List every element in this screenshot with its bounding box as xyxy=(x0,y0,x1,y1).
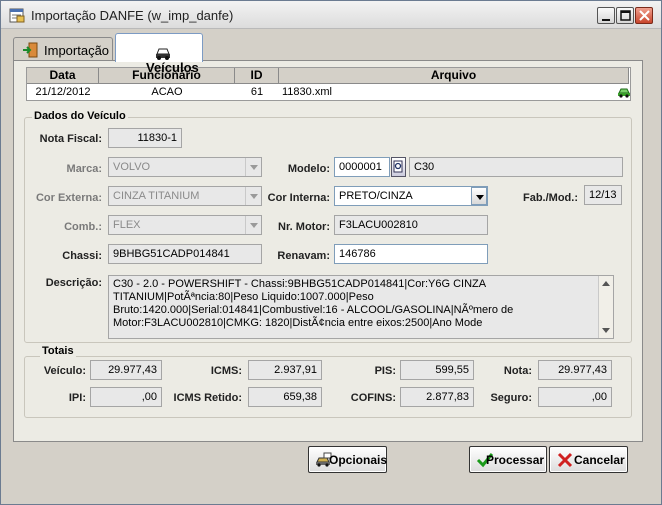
import-grid[interactable]: Data Funcionário ID Arquivo 21/12/2012 A… xyxy=(26,67,631,101)
tab-importacao[interactable]: Importação xyxy=(13,37,113,61)
nr-motor-label: Nr. Motor: xyxy=(278,221,330,233)
comb-value: FLEX xyxy=(113,219,141,231)
icms-retido-field[interactable]: 659,38 xyxy=(248,387,322,407)
nota-field[interactable]: 29.977,43 xyxy=(538,360,612,380)
chassi-field[interactable]: 9BHBG51CADP014841 xyxy=(108,244,262,264)
processar-label: Processar xyxy=(486,453,545,467)
close-icon xyxy=(639,10,650,21)
ipi-label: IPI: xyxy=(68,392,86,404)
import-door-icon xyxy=(22,42,38,61)
main-window: Importação DANFE (w_imp_danfe) Importaçã… xyxy=(0,0,662,505)
scroll-up-icon[interactable] xyxy=(602,281,610,286)
column-header-id[interactable]: ID xyxy=(235,68,279,84)
renavam-field[interactable]: 146786 xyxy=(334,244,488,264)
ipi-field[interactable]: ,00 xyxy=(90,387,162,407)
seguro-label: Seguro: xyxy=(490,392,532,404)
chevron-down-icon[interactable] xyxy=(245,158,261,176)
seguro-field[interactable]: ,00 xyxy=(538,387,612,407)
maximize-icon xyxy=(620,10,631,21)
close-button[interactable] xyxy=(635,7,653,24)
descricao-text: C30 - 2.0 - POWERSHIFT - Chassi:9BHBG51C… xyxy=(113,278,514,329)
processar-button[interactable]: Processar xyxy=(469,446,547,473)
icms-retido-label: ICMS Retido: xyxy=(173,392,242,404)
maximize-button[interactable] xyxy=(616,7,634,24)
pis-field[interactable]: 599,55 xyxy=(400,360,474,380)
comb-dropdown[interactable]: FLEX xyxy=(108,215,262,235)
opcionais-button[interactable]: Opcionais xyxy=(308,446,387,473)
window-title: Importação DANFE (w_imp_danfe) xyxy=(31,8,234,23)
tab-veiculos-label: Veículos xyxy=(146,60,199,75)
opcionais-label: Opcionais xyxy=(329,453,388,467)
cor-externa-value: CINZA TITANIUM xyxy=(113,190,200,202)
renavam-label: Renavam: xyxy=(277,250,330,262)
cell-funcionario: ACAO xyxy=(151,86,183,98)
modelo-label: Modelo: xyxy=(287,163,330,175)
veiculo-total-field[interactable]: 29.977,43 xyxy=(90,360,162,380)
minimize-icon xyxy=(602,19,610,21)
pis-label: PIS: xyxy=(374,365,396,377)
modelo-code-field[interactable]: 0000001 xyxy=(334,157,390,177)
column-header-data[interactable]: Data xyxy=(27,68,99,84)
column-header-arquivo[interactable]: Arquivo xyxy=(279,68,629,84)
cancelar-label: Cancelar xyxy=(574,453,625,467)
cor-externa-label: Cor Externa: xyxy=(35,192,102,204)
cor-externa-dropdown[interactable]: CINZA TITANIUM xyxy=(108,186,262,206)
descricao-scrollbar[interactable] xyxy=(598,276,613,338)
marca-value: VOLVO xyxy=(113,161,151,173)
title-bar[interactable]: Importação DANFE (w_imp_danfe) xyxy=(1,1,661,29)
nota-label: Nota: xyxy=(503,365,532,377)
vehicles-panel: Data Funcionário ID Arquivo 21/12/2012 A… xyxy=(13,60,643,442)
fab-mod-label: Fab./Mod.: xyxy=(523,192,578,204)
minimize-button[interactable] xyxy=(597,7,615,24)
descricao-label: Descrição: xyxy=(45,277,102,289)
descricao-textarea[interactable]: C30 - 2.0 - POWERSHIFT - Chassi:9BHBG51C… xyxy=(108,275,614,339)
cell-arquivo: 11830.xml xyxy=(282,86,332,98)
tab-veiculos[interactable]: Veículos xyxy=(115,33,203,75)
modelo-desc-field[interactable]: C30 xyxy=(409,157,623,177)
search-icon xyxy=(393,160,403,173)
icms-label: ICMS: xyxy=(210,365,242,377)
cancelar-button[interactable]: Cancelar xyxy=(549,446,628,473)
cell-data: 21/12/2012 xyxy=(35,86,91,98)
fab-mod-field[interactable]: 12/13 xyxy=(584,185,622,205)
red-x-icon xyxy=(556,452,574,471)
dados-veiculo-label: Dados do Veículo xyxy=(32,110,128,122)
nota-fiscal-label: Nota Fiscal: xyxy=(39,133,102,145)
document-table-icon xyxy=(9,8,25,23)
tab-importacao-label: Importação xyxy=(44,43,110,58)
comb-label: Comb.: xyxy=(64,221,102,233)
cell-id: 61 xyxy=(250,86,264,98)
green-car-icon[interactable] xyxy=(617,86,631,101)
cofins-label: COFINS: xyxy=(350,392,396,404)
veiculo-label: Veículo: xyxy=(43,365,86,377)
cor-interna-dropdown[interactable]: PRETO/CINZA xyxy=(334,186,488,206)
totais-label: Totais xyxy=(40,345,76,357)
marca-label: Marca: xyxy=(66,163,102,175)
nota-fiscal-field[interactable]: 11830-1 xyxy=(108,128,182,148)
chassi-label: Chassi: xyxy=(62,250,102,262)
nr-motor-field[interactable]: F3LACU002810 xyxy=(334,215,488,235)
cofins-field[interactable]: 2.877,83 xyxy=(400,387,474,407)
cor-interna-value: PRETO/CINZA xyxy=(339,190,413,202)
icms-field[interactable]: 2.937,91 xyxy=(248,360,322,380)
scroll-down-icon[interactable] xyxy=(602,328,610,333)
cor-interna-label: Cor Interna: xyxy=(267,192,330,204)
marca-dropdown[interactable]: VOLVO xyxy=(108,157,262,177)
chevron-down-icon[interactable] xyxy=(471,187,487,205)
modelo-search-button[interactable] xyxy=(391,157,406,177)
